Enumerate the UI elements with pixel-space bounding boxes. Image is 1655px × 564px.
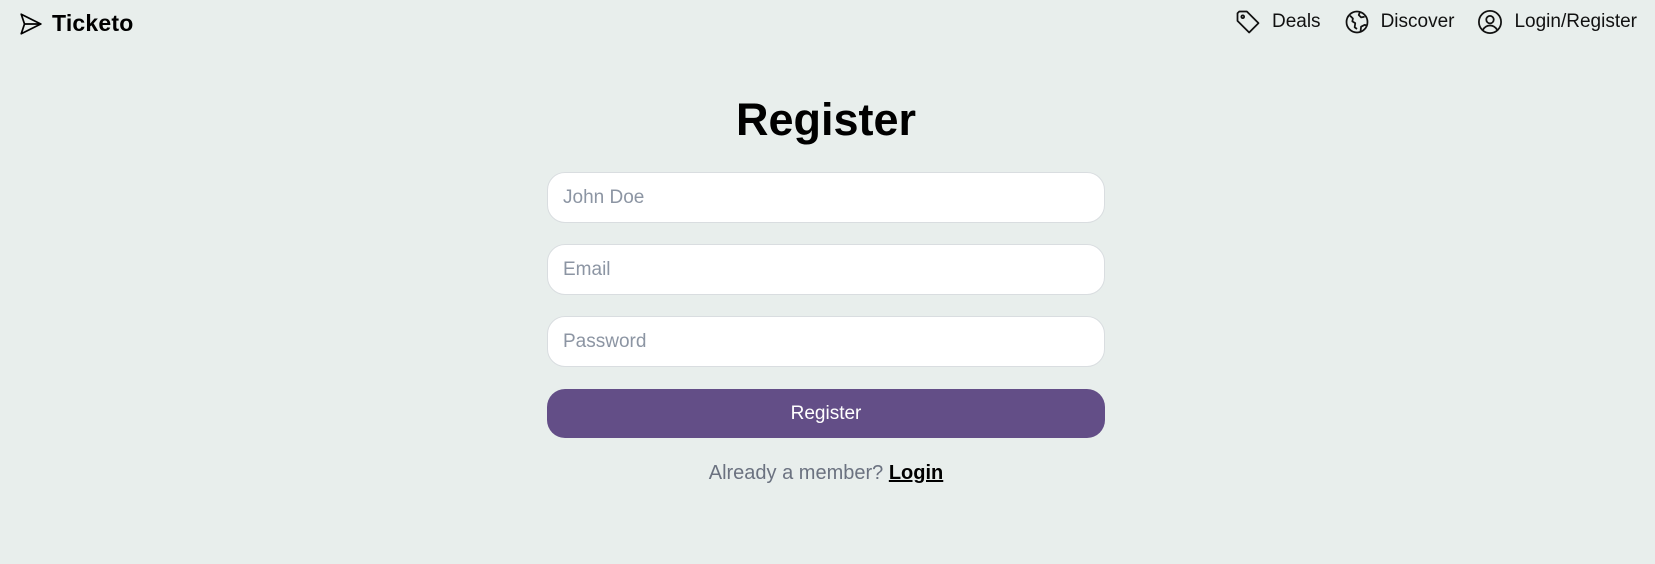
register-button[interactable]: Register bbox=[547, 389, 1105, 438]
paper-plane-icon bbox=[18, 11, 44, 37]
nav-login-register-label: Login/Register bbox=[1514, 11, 1637, 32]
nav-links: Deals Discover Login/Register bbox=[1234, 8, 1637, 36]
brand-name: Ticketo bbox=[52, 10, 134, 36]
password-field[interactable] bbox=[547, 316, 1105, 367]
user-circle-icon bbox=[1476, 8, 1504, 36]
tag-icon bbox=[1234, 8, 1262, 36]
member-text: Already a member? bbox=[708, 462, 884, 484]
nav-login-register[interactable]: Login/Register bbox=[1476, 8, 1637, 36]
email-field[interactable] bbox=[547, 244, 1105, 295]
nav-discover[interactable]: Discover bbox=[1343, 8, 1455, 36]
page-title: Register bbox=[735, 94, 917, 145]
nav-discover-label: Discover bbox=[1380, 11, 1455, 32]
member-prompt: Already a member? Login bbox=[547, 462, 1105, 485]
name-field[interactable] bbox=[547, 172, 1105, 223]
login-link[interactable]: Login bbox=[889, 462, 943, 484]
globe-icon bbox=[1343, 8, 1371, 36]
nav-deals[interactable]: Deals bbox=[1234, 8, 1321, 36]
brand-link[interactable]: Ticketo bbox=[18, 10, 134, 37]
top-navbar: Ticketo Deals Discover Login/Register bbox=[0, 0, 1655, 48]
register-form: Register Register Already a member? Logi… bbox=[547, 88, 1105, 484]
nav-deals-label: Deals bbox=[1271, 11, 1321, 32]
